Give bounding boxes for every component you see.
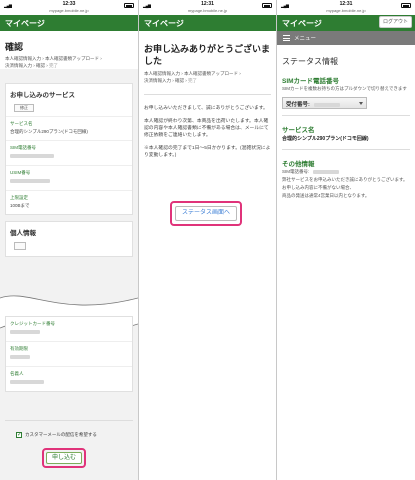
limit-value: 100Bまで (10, 203, 30, 208)
status-bar: ▂▄▆ 12:31 mypage.bmobile.ne.jp (277, 0, 415, 15)
crumb-upload: 本人確認書類アップロード (45, 56, 99, 61)
other-line-3: 商品の発送は通常4営業日以内となります。 (282, 193, 370, 198)
sim-heading: SIMカード電話番号 (282, 78, 340, 85)
expiry-label: 有効期限 (6, 341, 132, 353)
address-url: mypage.bmobile.ne.jp (326, 8, 366, 13)
sim-number-redacted (10, 154, 54, 158)
expiry-redacted (10, 355, 30, 359)
breadcrumb: 本人確認情報入力 › 本人確認書類アップロード › 決済情報入力 › 確認 › … (5, 56, 102, 68)
app-bar: マイページ ログアウト (277, 15, 415, 31)
holder-redacted (10, 380, 44, 384)
personal-heading: 個人情報 (6, 222, 132, 242)
battery-icon (124, 3, 134, 8)
status-button-highlight (170, 201, 242, 226)
service-heading: サービス名 (282, 127, 315, 134)
page-title: お申し込みありがとうございました (144, 44, 271, 66)
battery-icon (401, 3, 411, 8)
edit-personal-button[interactable] (14, 242, 26, 250)
crumb-identity: 本人確認情報入力 (5, 56, 41, 61)
status-time: 12:31 (201, 1, 214, 7)
card-number-redacted (10, 330, 40, 334)
other-line-2: お申し込み内容に不備がない場合、 (282, 185, 354, 190)
service-value: 合理的シンプル290プラン(ドコモ回線) (282, 136, 369, 142)
status-screen: ▂▄▆ 12:31 mypage.bmobile.ne.jp マイページ ログア… (277, 0, 415, 480)
payment-card: クレジットカード番号 有効期限 名義人 (5, 316, 133, 392)
edit-services-button[interactable]: 修正 (14, 104, 34, 112)
crumb-confirm: 確認 (36, 63, 45, 68)
page-title: 確認 (5, 42, 24, 52)
personal-card: 個人情報 (5, 221, 133, 257)
crumb-done: 完了 (49, 63, 58, 68)
services-heading: お申し込みのサービス (6, 84, 132, 104)
crumb-confirm: 確認 (175, 78, 184, 83)
thanks-screen: ▂▄▆ 12:31 mypage.bmobile.ne.jp マイページ お申し… (139, 0, 276, 480)
sim-number-select[interactable]: 受付番号: (282, 97, 367, 109)
other-line-1: 弊社サービスをお申込みいただき誠にありがとうございます。 (282, 177, 408, 182)
usim-number-label: USIM番号 (6, 165, 132, 177)
sim-number-label: SIM電話番号 (6, 140, 132, 152)
divider (282, 149, 410, 150)
app-title: マイページ (282, 19, 322, 28)
other-phone-redacted (312, 169, 339, 174)
holder-label: 名義人 (6, 366, 132, 378)
status-time: 12:33 (62, 1, 76, 7)
other-phone-row: SIM電話番号: (277, 168, 415, 176)
service-name-value: 合理的シンプル290プラン(ドコモ回線) (10, 129, 88, 134)
select-value-redacted (314, 102, 341, 107)
sim-note: SIMカードを複数お持ちの方はプルダウンで切り替えできます (282, 86, 407, 91)
app-title: マイページ (0, 15, 138, 31)
limit-label: 上限設定 (6, 190, 132, 202)
crumb-done: 完了 (188, 78, 197, 83)
newsletter-option[interactable]: カスタマーメールの配信を希望する (16, 431, 97, 438)
hamburger-icon[interactable] (283, 35, 290, 41)
card-number-label: クレジットカード番号 (10, 321, 55, 326)
submit-highlight (42, 448, 86, 468)
thanks-message: お申し込みいただきまして、誠にありがとうございます。 (144, 106, 268, 111)
battery-icon (262, 3, 272, 8)
newsletter-label: カスタマーメールの配信を希望する (25, 432, 97, 437)
status-bar: ▂▄▆ 12:31 mypage.bmobile.ne.jp (139, 0, 276, 15)
timing-note: ※本人確認の完了まで1日〜5日かかります。(混雑状況により変動します。) (144, 146, 271, 158)
crumb-payment: 決済情報入力 (144, 78, 171, 83)
address-url: mypage.bmobile.ne.jp (49, 8, 89, 13)
other-phone-label: SIM電話番号: (282, 169, 310, 174)
breadcrumb: 本人確認情報入力 › 本人確認書類アップロード › 決済情報入力 › 確認 › … (144, 71, 241, 83)
status-time: 12:31 (339, 1, 353, 7)
app-title: マイページ (139, 15, 276, 31)
confirm-screen: ▂▄▆ 12:33 mypage.bmobile.ne.jp マイページ 確認 … (0, 0, 138, 480)
crumb-payment: 決済情報入力 (5, 63, 32, 68)
divider (5, 420, 133, 421)
usim-number-redacted (10, 179, 50, 183)
service-name-label: サービス名 (6, 116, 132, 128)
newsletter-checkbox[interactable] (16, 431, 22, 438)
divider (144, 94, 271, 95)
menu-label: メニュー (294, 36, 317, 42)
services-card: お申し込みのサービス 修正 サービス名 合理的シンプル290プラン(ドコモ回線)… (5, 83, 133, 215)
divider (282, 115, 410, 116)
shipping-message: 本人確認が終わり次第、本商品を出荷いたします。本人確認の内容や本人確認書類に不備… (144, 119, 269, 138)
status-bar: ▂▄▆ 12:33 mypage.bmobile.ne.jp (0, 0, 138, 15)
select-label: 受付番号: (286, 102, 310, 108)
other-heading: その他情報 (282, 161, 315, 168)
page-title: ステータス情報 (282, 57, 338, 66)
crumb-upload: 本人確認書類アップロード (184, 71, 238, 76)
crumb-identity: 本人確認情報入力 (144, 71, 180, 76)
address-url: mypage.bmobile.ne.jp (187, 8, 228, 13)
menu-bar[interactable]: メニュー (277, 31, 415, 45)
logout-button[interactable]: ログアウト (379, 16, 412, 28)
